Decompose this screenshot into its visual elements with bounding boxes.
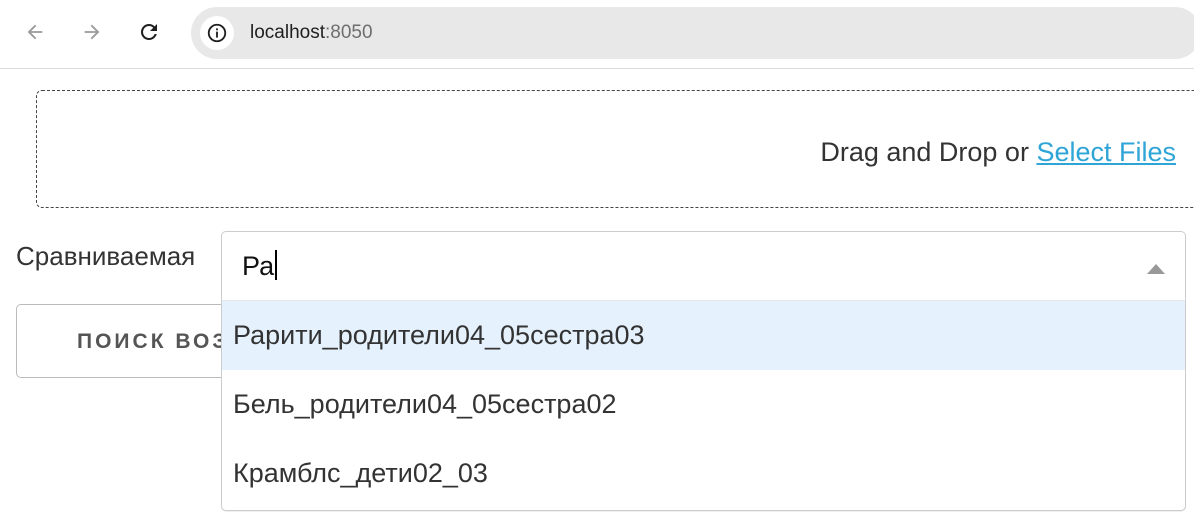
select-files-link[interactable]: Select Files <box>1036 137 1176 167</box>
text-caret <box>275 250 278 280</box>
reload-icon <box>140 23 157 40</box>
compare-label: Сравниваемая <box>16 241 196 271</box>
arrow-right-icon <box>84 24 100 40</box>
reload-button[interactable] <box>131 14 167 50</box>
select-option[interactable]: Бель_родители04_05сестра02 <box>222 370 1185 439</box>
browser-toolbar: localhost:8050 <box>0 0 1194 69</box>
address-bar[interactable]: localhost:8050 <box>191 7 1194 59</box>
arrow-left-icon <box>27 24 43 40</box>
upload-text: Drag and Drop or <box>820 137 1037 167</box>
select-input-value: Ра <box>242 251 275 281</box>
chevron-up-icon[interactable] <box>1147 264 1165 274</box>
site-info-icon[interactable] <box>200 16 234 50</box>
upload-instructions: Drag and Drop or Select Files <box>820 136 1176 168</box>
select-option[interactable]: Рарити_родители04_05сестра03 <box>222 301 1185 370</box>
back-button[interactable] <box>17 14 53 50</box>
select-option[interactable]: Крамблс_дети02_03 <box>222 439 1185 508</box>
compare-select[interactable]: Ра <box>221 231 1186 301</box>
file-upload-dropzone[interactable]: Drag and Drop or Select Files <box>36 90 1194 208</box>
url-host: localhost <box>250 22 325 43</box>
search-button-label: поиск воз <box>77 330 229 353</box>
select-search-input[interactable]: Ра <box>242 250 278 282</box>
url-text: localhost:8050 <box>250 21 373 45</box>
url-port: :8050 <box>325 22 373 43</box>
forward-button[interactable] <box>74 14 110 50</box>
select-menu: Рарити_родители04_05сестра03 Бель_родите… <box>221 300 1186 511</box>
